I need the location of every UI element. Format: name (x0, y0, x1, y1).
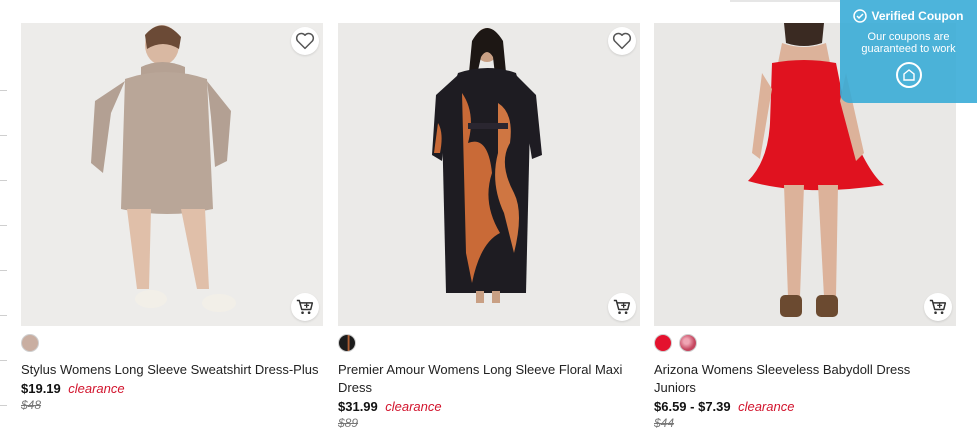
price-row: $19.19 clearance (21, 380, 323, 397)
coupon-message: Our coupons are guaranteed to work (861, 31, 956, 55)
check-badge-icon (853, 9, 868, 23)
sale-price: $6.59 - $7.39 (654, 399, 731, 414)
clearance-label: clearance (68, 381, 125, 396)
add-to-cart-button[interactable] (924, 293, 952, 321)
product-title[interactable]: Arizona Womens Sleeveless Babydoll Dress… (654, 361, 954, 397)
product-card[interactable]: Premier Amour Womens Long Sleeve Floral … (338, 23, 640, 431)
add-to-cart-icon (929, 299, 947, 315)
color-swatch[interactable] (654, 334, 672, 352)
product-title[interactable]: Stylus Womens Long Sleeve Sweatshirt Dre… (21, 361, 321, 379)
coupon-title: Verified Coupon (871, 9, 964, 23)
color-swatch[interactable] (21, 334, 39, 352)
product-grid-page: Stylus Womens Long Sleeve Sweatshirt Dre… (0, 0, 977, 432)
price-row: $31.99 clearance (338, 398, 640, 415)
heart-icon (612, 32, 632, 50)
divider (730, 0, 840, 2)
product-card[interactable]: Stylus Womens Long Sleeve Sweatshirt Dre… (21, 23, 323, 413)
coupon-logo-icon[interactable] (895, 62, 922, 88)
original-price: $89 (338, 416, 359, 430)
original-price: $48 (21, 398, 42, 412)
original-price: $44 (654, 416, 675, 430)
product-image[interactable] (21, 23, 323, 326)
product-image[interactable] (338, 23, 640, 326)
clearance-label: clearance (738, 399, 795, 414)
verified-coupon-banner[interactable]: Verified Coupon Our coupons are guarante… (840, 0, 977, 103)
sale-price: $31.99 (338, 399, 378, 414)
heart-icon (295, 32, 315, 50)
add-to-cart-icon (613, 299, 631, 315)
favorite-button[interactable] (291, 27, 319, 55)
add-to-cart-icon (296, 299, 314, 315)
price-row: $6.59 - $7.39 clearance (654, 398, 956, 415)
add-to-cart-button[interactable] (291, 293, 319, 321)
sale-price: $19.19 (21, 381, 61, 396)
clearance-label: clearance (385, 399, 442, 414)
color-swatch[interactable] (679, 334, 697, 352)
color-swatch[interactable] (338, 334, 356, 352)
color-swatches (21, 334, 323, 353)
product-title[interactable]: Premier Amour Womens Long Sleeve Floral … (338, 361, 638, 397)
add-to-cart-button[interactable] (608, 293, 636, 321)
favorite-button[interactable] (608, 27, 636, 55)
color-swatches (654, 334, 956, 353)
color-swatches (338, 334, 640, 353)
coupon-header: Verified Coupon (840, 9, 977, 23)
